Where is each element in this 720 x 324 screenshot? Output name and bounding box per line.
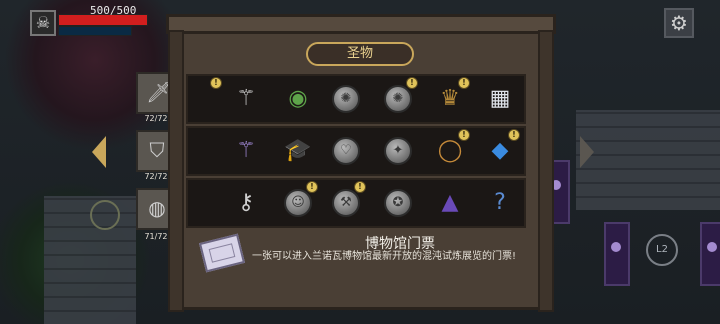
cabinet-post [168, 30, 184, 312]
new-badge-icon: ! [508, 129, 520, 141]
new-badge-icon: ! [210, 77, 222, 89]
relic-slot[interactable]: ✪ [380, 185, 416, 221]
relic-slot[interactable]: ▦ [482, 81, 518, 117]
gear-icon[interactable]: ⚙ [664, 8, 694, 38]
previous-page-arrow[interactable] [92, 136, 106, 168]
relic-shelf: ⚷ ☺! ⚒! ✪ ▲? [186, 178, 526, 228]
silver-coin-icon: ✺ [384, 85, 412, 113]
bag-icon: ◍ [148, 196, 166, 220]
item-description: 一张可以进入兰诺瓦博物馆最新开放的混沌试炼展览的门票! [251, 251, 516, 262]
joystick[interactable] [90, 200, 120, 230]
relic-slot[interactable]: ☺! [280, 181, 318, 221]
l2-button[interactable]: L2 [646, 234, 678, 266]
relic-slot[interactable]: ▲ [432, 185, 468, 221]
relic-shelf: ! ⚚ ◉ ✺ ✺! ♛! ▦ [186, 74, 526, 124]
paint-palette-icon: ▦ [489, 86, 511, 111]
green-amulet-icon: ◉ [288, 86, 308, 111]
unknown-item-icon: ? [494, 190, 506, 215]
silver-coin-icon: ✺ [332, 85, 360, 113]
new-badge-icon: ! [354, 181, 366, 193]
player-avatar[interactable]: ☠ [30, 10, 56, 36]
relic-slot[interactable]: ♡ [328, 133, 364, 169]
face-coin-icon: ☺ [284, 189, 312, 217]
relic-slot[interactable]: ♛! [432, 77, 470, 117]
hammer-coin-icon: ⚒ [332, 189, 360, 217]
relic-slot[interactable] [184, 185, 220, 221]
relic-slot[interactable]: ⚚ [228, 133, 264, 169]
cabinet-top [166, 14, 556, 34]
relic-slot[interactable]: ◆! [482, 129, 520, 169]
stone-wall [576, 110, 720, 210]
silver-coin-icon: ✦ [384, 137, 412, 165]
relic-slot[interactable]: ⚒! [328, 181, 366, 221]
health-text: 500/500 [90, 4, 137, 17]
relic-slot[interactable]: ✺! [380, 77, 418, 117]
new-badge-icon: ! [458, 129, 470, 141]
banner-decoration [700, 222, 720, 286]
relic-shelf: ⚚ 🎓 ♡ ✦ ◯! ◆! [186, 126, 526, 176]
purple-staff-icon: ⚚ [236, 138, 256, 163]
relic-slot[interactable] [184, 133, 220, 169]
new-badge-icon: ! [458, 77, 470, 89]
relic-slot[interactable]: ⚚ [228, 81, 264, 117]
sword-icon: 🗡 [146, 80, 172, 104]
partial-item-icon [186, 135, 218, 167]
wizard-hat-icon: ▲ [441, 190, 459, 215]
cabinet-post [538, 30, 554, 312]
relic-slot[interactable]: ✺ [328, 81, 364, 117]
cabinet-title: 圣物 [306, 42, 414, 66]
silver-coin-icon: ✪ [384, 189, 412, 217]
mana-bar [58, 26, 132, 36]
relic-slot[interactable]: ⚷ [228, 185, 264, 221]
new-badge-icon: ! [306, 181, 318, 193]
heart-coin-icon: ♡ [332, 137, 360, 165]
key-staff-icon: ⚷ [237, 190, 255, 215]
relic-slot[interactable]: ! [184, 77, 222, 117]
gem-staff-icon: ⚚ [236, 86, 256, 111]
partial-item-icon [186, 187, 218, 219]
relic-slot[interactable]: ◯! [432, 129, 470, 169]
banner-decoration [604, 222, 630, 286]
relic-slot[interactable]: 🎓 [280, 133, 316, 169]
relic-slot[interactable]: ◉ [280, 81, 316, 117]
next-page-arrow[interactable] [580, 136, 594, 168]
new-badge-icon: ! [406, 77, 418, 89]
relic-slot[interactable]: ✦ [380, 133, 416, 169]
relic-slot[interactable]: ? [482, 185, 518, 221]
graduation-cap-icon: 🎓 [284, 138, 312, 163]
shield-icon: ⛉ [149, 138, 165, 162]
